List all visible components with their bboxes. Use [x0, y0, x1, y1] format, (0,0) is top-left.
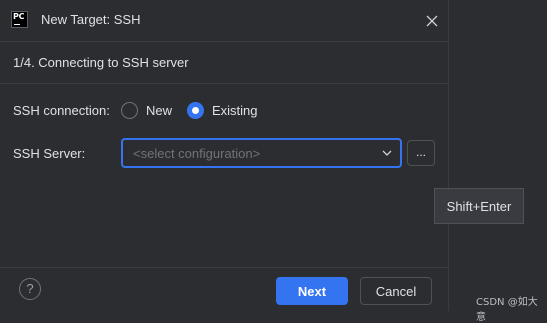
radio-existing[interactable]: [187, 102, 204, 119]
chevron-down-icon: [382, 150, 392, 156]
footer-divider: [0, 267, 449, 268]
radio-existing-label[interactable]: Existing: [212, 103, 258, 118]
radio-new[interactable]: [121, 102, 138, 119]
ssh-server-label: SSH Server:: [13, 146, 86, 161]
title-divider: [0, 41, 449, 42]
app-icon-text: PC: [13, 12, 25, 21]
ssh-connection-label: SSH connection:: [13, 103, 110, 118]
shortcut-tooltip: Shift+Enter: [434, 188, 524, 224]
step-divider: [0, 83, 449, 84]
dialog-title: New Target: SSH: [41, 12, 141, 27]
close-icon[interactable]: [425, 14, 439, 28]
title-bar: PC New Target: SSH: [0, 0, 449, 41]
step-indicator: 1/4. Connecting to SSH server: [13, 55, 189, 70]
help-button[interactable]: ?: [19, 278, 41, 300]
ssh-server-dropdown[interactable]: <select configuration>: [121, 138, 402, 168]
radio-new-label[interactable]: New: [146, 103, 172, 118]
cancel-button[interactable]: Cancel: [360, 277, 432, 305]
next-button[interactable]: Next: [276, 277, 348, 305]
ssh-server-placeholder: <select configuration>: [133, 146, 261, 161]
new-target-dialog: PC New Target: SSH 1/4. Connecting to SS…: [0, 0, 449, 311]
watermark: CSDN @如大意: [476, 297, 538, 323]
browse-button[interactable]: ...: [407, 140, 435, 166]
pycharm-logo-icon: PC: [11, 11, 28, 28]
